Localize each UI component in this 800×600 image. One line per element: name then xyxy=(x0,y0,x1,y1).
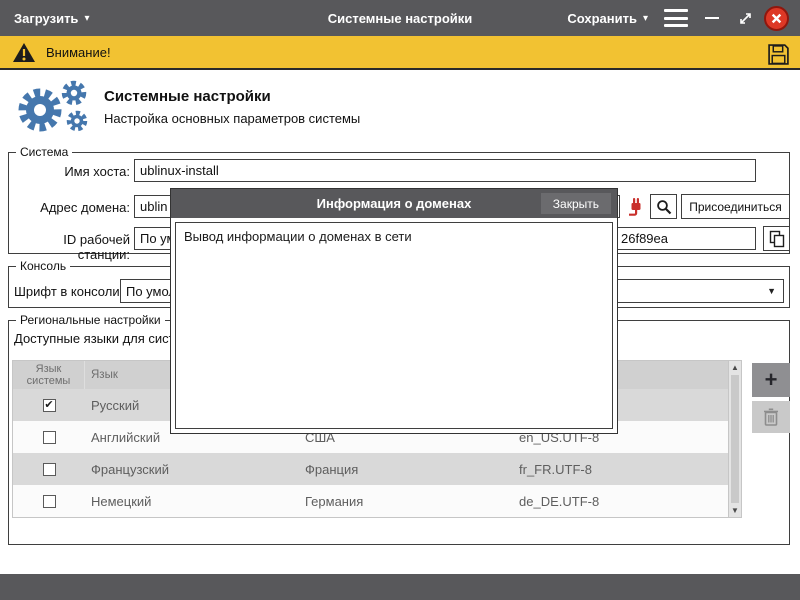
table-scrollbar[interactable]: ▲ ▼ xyxy=(728,360,742,518)
chevron-down-icon: ▾ xyxy=(84,12,89,24)
hamburger-icon xyxy=(664,9,688,12)
join-domain-label: Присоединиться xyxy=(689,200,782,214)
maximize-button[interactable] xyxy=(735,8,755,28)
delete-language-button[interactable] xyxy=(752,401,790,433)
domain-info-text: Вывод информации о доменах в сети xyxy=(184,229,412,244)
languages-description: Доступные языки для сист xyxy=(14,331,175,346)
checkbox-mark: ✔ xyxy=(44,400,53,411)
dropdown-arrow-icon: ▼ xyxy=(767,287,776,296)
regional-legend: Региональные настройки xyxy=(16,313,165,327)
table-cell-checkbox xyxy=(13,421,85,453)
table-cell-country[interactable]: Франция xyxy=(299,453,513,485)
plus-icon: + xyxy=(765,367,778,393)
table-cell-checkbox xyxy=(13,485,85,517)
workstation-id-value-end: 26f89ea xyxy=(621,231,668,246)
save-button-label: Сохранить xyxy=(567,11,637,26)
table-cell-locale[interactable]: de_DE.UTF-8 xyxy=(513,485,729,517)
close-icon xyxy=(771,13,782,24)
language-checkbox[interactable]: ✔ xyxy=(43,399,56,412)
warning-bar: Внимание! xyxy=(0,36,800,70)
save-menu-button[interactable]: Сохранить ▾ xyxy=(567,0,648,36)
page-subtitle: Настройка основных параметров системы xyxy=(104,111,360,126)
scroll-up-icon[interactable]: ▲ xyxy=(729,361,741,374)
table-cell-locale[interactable]: fr_FR.UTF-8 xyxy=(513,453,729,485)
language-checkbox[interactable] xyxy=(43,495,56,508)
app-window: Системные настройки Загрузить ▾ Сохранит… xyxy=(0,0,800,600)
dialog-body: Вывод информации о доменах в сети xyxy=(171,218,617,433)
warning-icon xyxy=(12,42,36,63)
add-language-button[interactable]: + xyxy=(752,363,790,397)
table-cell-checkbox: ✔ xyxy=(13,389,85,421)
save-file-button[interactable] xyxy=(765,41,791,67)
dialog-close-button[interactable]: Закрыть xyxy=(541,193,611,214)
load-button-label: Загрузить xyxy=(14,11,78,26)
domain-search-button[interactable] xyxy=(650,194,677,219)
chevron-down-icon: ▾ xyxy=(643,12,648,24)
hostname-value: ublinux-install xyxy=(140,163,219,178)
column-header-system-language[interactable]: Язык системы xyxy=(13,361,85,389)
domain-info-dialog: Информация о доменах Закрыть Вывод инфор… xyxy=(170,188,618,434)
domain-value: ublin xyxy=(140,199,167,214)
statusbar xyxy=(0,574,800,600)
scroll-down-icon[interactable]: ▼ xyxy=(729,504,741,517)
warning-text: Внимание! xyxy=(46,45,111,60)
trash-icon xyxy=(762,407,780,427)
hamburger-icon xyxy=(664,24,688,27)
maximize-icon xyxy=(738,11,753,26)
table-cell-language[interactable]: Немецкий xyxy=(85,485,299,517)
domain-label: Адрес домена: xyxy=(8,200,130,215)
menu-button[interactable] xyxy=(664,9,688,27)
close-button[interactable] xyxy=(764,6,789,31)
dialog-titlebar: Информация о доменах Закрыть xyxy=(171,189,617,218)
join-domain-button[interactable]: Присоединиться xyxy=(681,194,790,219)
table-cell-checkbox xyxy=(13,453,85,485)
scrollbar-thumb[interactable] xyxy=(731,375,739,503)
system-legend: Система xyxy=(16,145,72,159)
plug-icon xyxy=(626,196,646,218)
language-checkbox[interactable] xyxy=(43,431,56,444)
page-title: Системные настройки xyxy=(104,88,271,105)
domain-info-output[interactable]: Вывод информации о доменах в сети xyxy=(175,222,613,429)
copy-icon xyxy=(769,230,785,248)
copy-id-button[interactable] xyxy=(763,226,790,251)
minimize-button[interactable] xyxy=(702,8,722,28)
language-checkbox[interactable] xyxy=(43,463,56,476)
workstation-id-label: ID рабочей станции: xyxy=(8,232,130,262)
titlebar: Системные настройки Загрузить ▾ Сохранит… xyxy=(0,0,800,36)
hostname-label: Имя хоста: xyxy=(8,164,130,179)
console-font-label: Шрифт в консоли: xyxy=(14,284,123,299)
diskette-icon xyxy=(767,43,790,66)
disconnect-button[interactable] xyxy=(623,194,648,219)
gears-icon xyxy=(8,78,100,141)
hostname-input[interactable]: ublinux-install xyxy=(134,159,756,182)
table-cell-language[interactable]: Французский xyxy=(85,453,299,485)
console-legend: Консоль xyxy=(16,259,70,273)
search-icon xyxy=(656,199,672,215)
hamburger-icon xyxy=(664,17,688,20)
load-button[interactable]: Загрузить ▾ xyxy=(14,0,89,36)
console-font-value: По умол xyxy=(126,284,176,299)
minimize-icon xyxy=(705,17,719,20)
table-cell-country[interactable]: Германия xyxy=(299,485,513,517)
